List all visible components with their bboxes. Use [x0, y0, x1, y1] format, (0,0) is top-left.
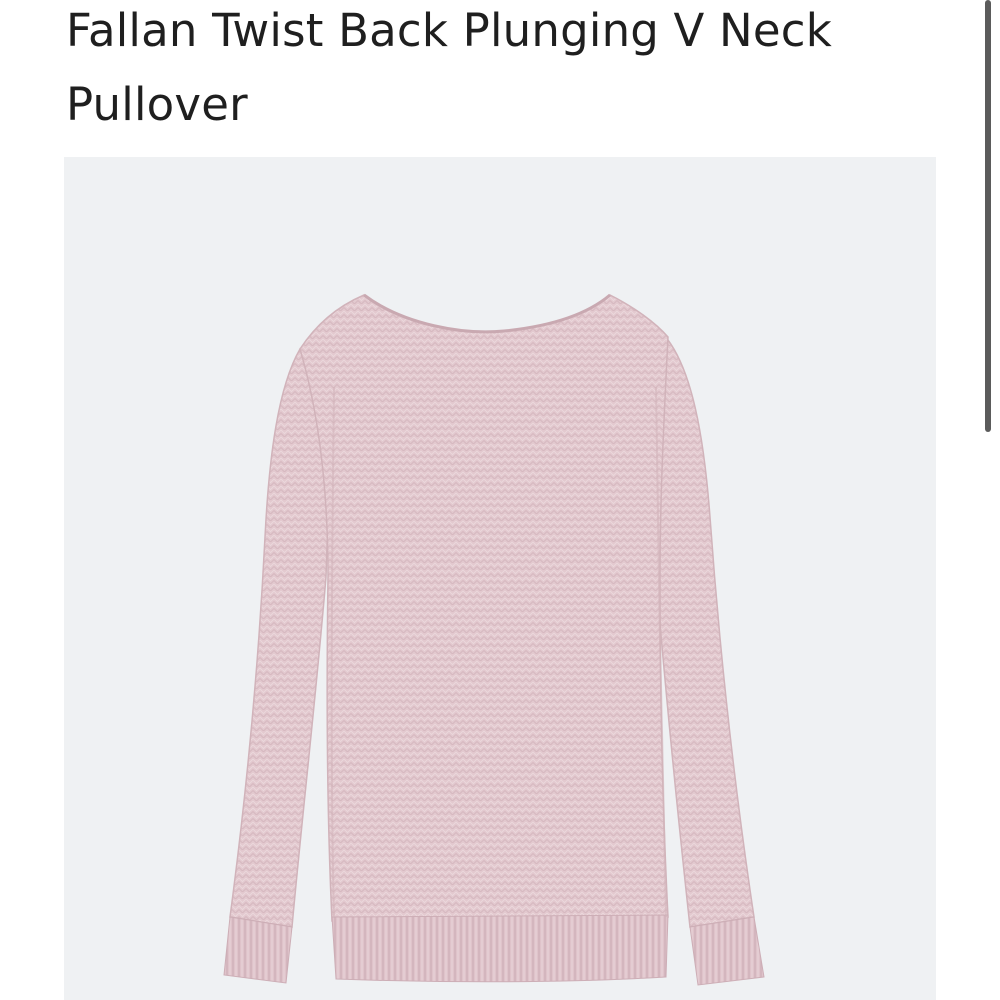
product-title: Fallan Twist Back Plunging V Neck Pullov… — [66, 4, 832, 131]
product-image[interactable] — [64, 157, 936, 1000]
sweater-body — [299, 294, 669, 922]
right-cuff — [689, 916, 765, 986]
left-sleeve — [229, 347, 333, 928]
sweater-hem — [331, 914, 669, 983]
left-cuff — [223, 916, 293, 984]
sweater-illustration — [223, 293, 765, 986]
scrollbar-thumb[interactable] — [985, 0, 991, 432]
right-sleeve — [651, 333, 755, 928]
